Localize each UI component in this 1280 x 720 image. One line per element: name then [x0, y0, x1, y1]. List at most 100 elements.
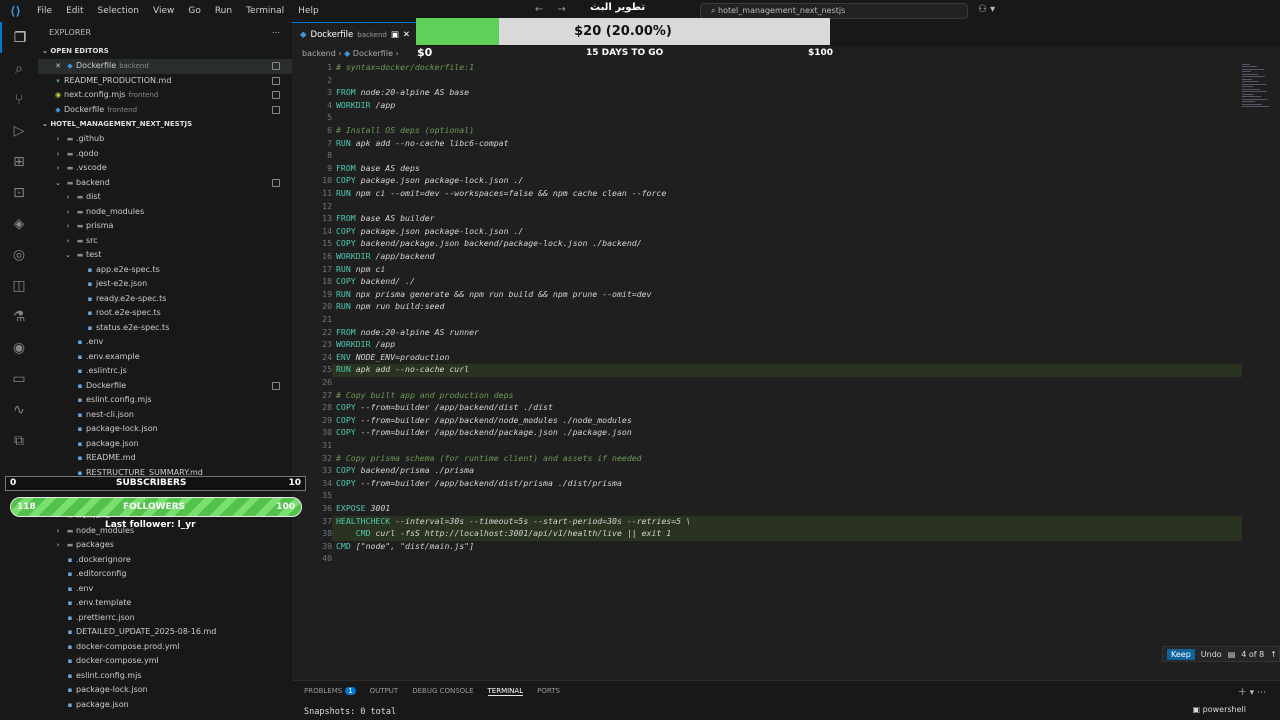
- code-line[interactable]: ENV NODE_ENV=production: [336, 352, 449, 362]
- tree-item[interactable]: ▪ app.e2e-spec.ts: [38, 263, 292, 278]
- panel-tab-ports[interactable]: PORTS: [537, 687, 560, 695]
- explorer-icon[interactable]: ❐: [0, 22, 38, 53]
- chat-icon[interactable]: ◉: [0, 332, 38, 363]
- undo-button[interactable]: Undo: [1201, 650, 1222, 659]
- panel-tab-problems[interactable]: PROBLEMS 1: [304, 687, 356, 695]
- tree-item[interactable]: › ▬ prisma: [38, 219, 292, 234]
- code-line[interactable]: FROM node:20-alpine AS base: [336, 87, 469, 97]
- menu-item-selection[interactable]: Selection: [91, 6, 146, 16]
- code-line[interactable]: COPY backend/prisma ./prisma: [336, 465, 474, 475]
- tree-item[interactable]: ▪ ready.e2e-spec.ts: [38, 292, 292, 307]
- tree-item[interactable]: ▪ status.e2e-spec.ts: [38, 321, 292, 336]
- tree-item[interactable]: ▪ package.json: [38, 698, 292, 713]
- close-icon[interactable]: ✕: [52, 59, 64, 74]
- breadcrumb-file[interactable]: Dockerfile: [353, 49, 393, 58]
- tree-item[interactable]: ▪ docker-compose.yml: [38, 654, 292, 669]
- menu-item-go[interactable]: Go: [181, 6, 207, 16]
- tree-item[interactable]: ▪ DETAILED_UPDATE_2025-08-16.md: [38, 625, 292, 640]
- code-line[interactable]: # Copy built app and production deps: [336, 390, 513, 400]
- menu-item-view[interactable]: View: [146, 6, 181, 16]
- tree-item[interactable]: ▪ README.md: [38, 451, 292, 466]
- tree-item[interactable]: ▪ Dockerfile: [38, 379, 292, 394]
- code-line[interactable]: RUN npm ci --omit=dev --workspaces=false…: [336, 188, 666, 198]
- tab-dockerfile[interactable]: ◆ Dockerfile backend ▣ ✕: [292, 22, 418, 46]
- code-line[interactable]: COPY backend/package.json backend/packag…: [336, 238, 642, 248]
- testing-icon[interactable]: ⚗: [0, 301, 38, 332]
- up-arrow-icon[interactable]: ↑: [1270, 650, 1277, 659]
- tree-item[interactable]: › ▬ src: [38, 234, 292, 249]
- code-line[interactable]: WORKDIR /app/backend: [336, 251, 435, 261]
- panel-tab-terminal[interactable]: TERMINAL: [487, 687, 524, 696]
- puzzle-icon[interactable]: ⧉: [0, 425, 38, 456]
- tree-item[interactable]: ▪ root.e2e-spec.ts: [38, 306, 292, 321]
- search-icon[interactable]: ⌕: [0, 53, 38, 84]
- open-editor-item[interactable]: ◆ Dockerfile frontend: [38, 103, 292, 118]
- minimap[interactable]: [1242, 62, 1272, 122]
- copilot-icon[interactable]: ◎: [0, 239, 38, 270]
- tree-item[interactable]: › ▬ .vscode: [38, 161, 292, 176]
- source-control-icon[interactable]: ⑂: [0, 84, 38, 115]
- tree-item[interactable]: › ▬ .qodo: [38, 147, 292, 162]
- code-line[interactable]: WORKDIR /app: [336, 339, 395, 349]
- code-line[interactable]: COPY --from=builder /app/backend/node_mo…: [336, 415, 632, 425]
- diff-icon[interactable]: ▤: [1228, 650, 1236, 659]
- code-line[interactable]: FROM base AS builder: [336, 213, 435, 223]
- js-icon[interactable]: ◉: [52, 88, 64, 103]
- menu-item-edit[interactable]: Edit: [59, 6, 90, 16]
- code-line[interactable]: COPY package.json package-lock.json ./: [336, 175, 523, 185]
- tree-item[interactable]: ⌄ ▬ backend: [38, 176, 292, 191]
- code-line[interactable]: COPY package.json package-lock.json ./: [336, 226, 523, 236]
- extensions-icon[interactable]: ⊞: [0, 146, 38, 177]
- remote-icon[interactable]: ⊡: [0, 177, 38, 208]
- python-icon[interactable]: ◈: [0, 208, 38, 239]
- project-header[interactable]: ⌄ HOTEL_MANAGEMENT_NEXT_NESTJS: [38, 117, 292, 132]
- code-line[interactable]: RUN npx prisma generate && npm run build…: [336, 289, 651, 299]
- menu-item-help[interactable]: Help: [291, 6, 326, 16]
- open-editor-item[interactable]: ◉ next.config.mjs frontend: [38, 88, 292, 103]
- tree-item[interactable]: ▪ .env.example: [38, 350, 292, 365]
- wave-icon[interactable]: ∿: [0, 394, 38, 425]
- back-arrow-icon[interactable]: ←: [535, 4, 543, 15]
- code-line[interactable]: RUN npm run build:seed: [336, 301, 444, 311]
- tree-item[interactable]: › ▬ node_modules: [38, 205, 292, 220]
- keep-button[interactable]: Keep: [1167, 648, 1195, 660]
- code-line[interactable]: # syntax=docker/dockerfile:1: [336, 62, 474, 72]
- tree-item[interactable]: ▪ .eslintrc.js: [38, 364, 292, 379]
- tree-item[interactable]: ▪ .env: [38, 582, 292, 597]
- docker-icon[interactable]: ◫: [0, 270, 38, 301]
- tree-item[interactable]: ▪ docker-compose.prod.yml: [38, 640, 292, 655]
- open-editor-item[interactable]: ✕ ◆ Dockerfile backend: [38, 59, 292, 74]
- tree-item[interactable]: ▪ .editorconfig: [38, 567, 292, 582]
- code-line[interactable]: # Copy prisma schema (for runtime client…: [336, 453, 642, 463]
- terminal-output[interactable]: Snapshots: 0 total: [304, 707, 396, 717]
- open-editor-item[interactable]: ▾ README_PRODUCTION.md: [38, 74, 292, 89]
- tree-item[interactable]: ▪ package.json: [38, 437, 292, 452]
- breadcrumb-folder[interactable]: backend: [302, 49, 336, 58]
- code-line[interactable]: COPY --from=builder /app/backend/dist/pr…: [336, 478, 622, 488]
- panel-tab-debug-console[interactable]: DEBUG CONSOLE: [412, 687, 473, 695]
- code-line[interactable]: RUN apk add --no-cache libc6-compat: [336, 138, 509, 148]
- tree-item[interactable]: ▪ eslint.config.mjs: [38, 669, 292, 684]
- code-line[interactable]: CMD curl -fsS http://localhost:3001/api/…: [336, 528, 671, 538]
- tree-item[interactable]: › ▬ packages: [38, 538, 292, 553]
- tree-item[interactable]: ▪ eslint.config.mjs: [38, 393, 292, 408]
- terminal-icon[interactable]: ▭: [0, 363, 38, 394]
- code-line[interactable]: # Install OS deps (optional): [336, 125, 474, 135]
- tree-item[interactable]: ▪ package-lock.json: [38, 422, 292, 437]
- docker-icon[interactable]: ◆: [52, 103, 64, 118]
- run-debug-icon[interactable]: ▷: [0, 115, 38, 146]
- menu-item-terminal[interactable]: Terminal: [239, 6, 291, 16]
- panel-actions[interactable]: ＋ ▾ ⋯: [1238, 685, 1266, 698]
- menu-item-run[interactable]: Run: [208, 6, 239, 16]
- command-center-search[interactable]: ⌕ hotel_management_next_nestjs: [700, 3, 968, 19]
- code-line[interactable]: WORKDIR /app: [336, 100, 395, 110]
- pin-icon[interactable]: ▣: [391, 30, 399, 40]
- code-line[interactable]: FROM node:20-alpine AS runner: [336, 327, 479, 337]
- open-editors-header[interactable]: ⌄ OPEN EDITORS: [38, 44, 292, 59]
- tree-item[interactable]: ▪ .env.template: [38, 596, 292, 611]
- code-line[interactable]: FROM base AS deps: [336, 163, 420, 173]
- code-line[interactable]: HEALTHCHECK --interval=30s --timeout=5s …: [336, 516, 691, 526]
- panel-tab-output[interactable]: OUTPUT: [370, 687, 399, 695]
- tree-item[interactable]: ▪ .env: [38, 335, 292, 350]
- code-line[interactable]: RUN apk add --no-cache curl: [336, 364, 469, 374]
